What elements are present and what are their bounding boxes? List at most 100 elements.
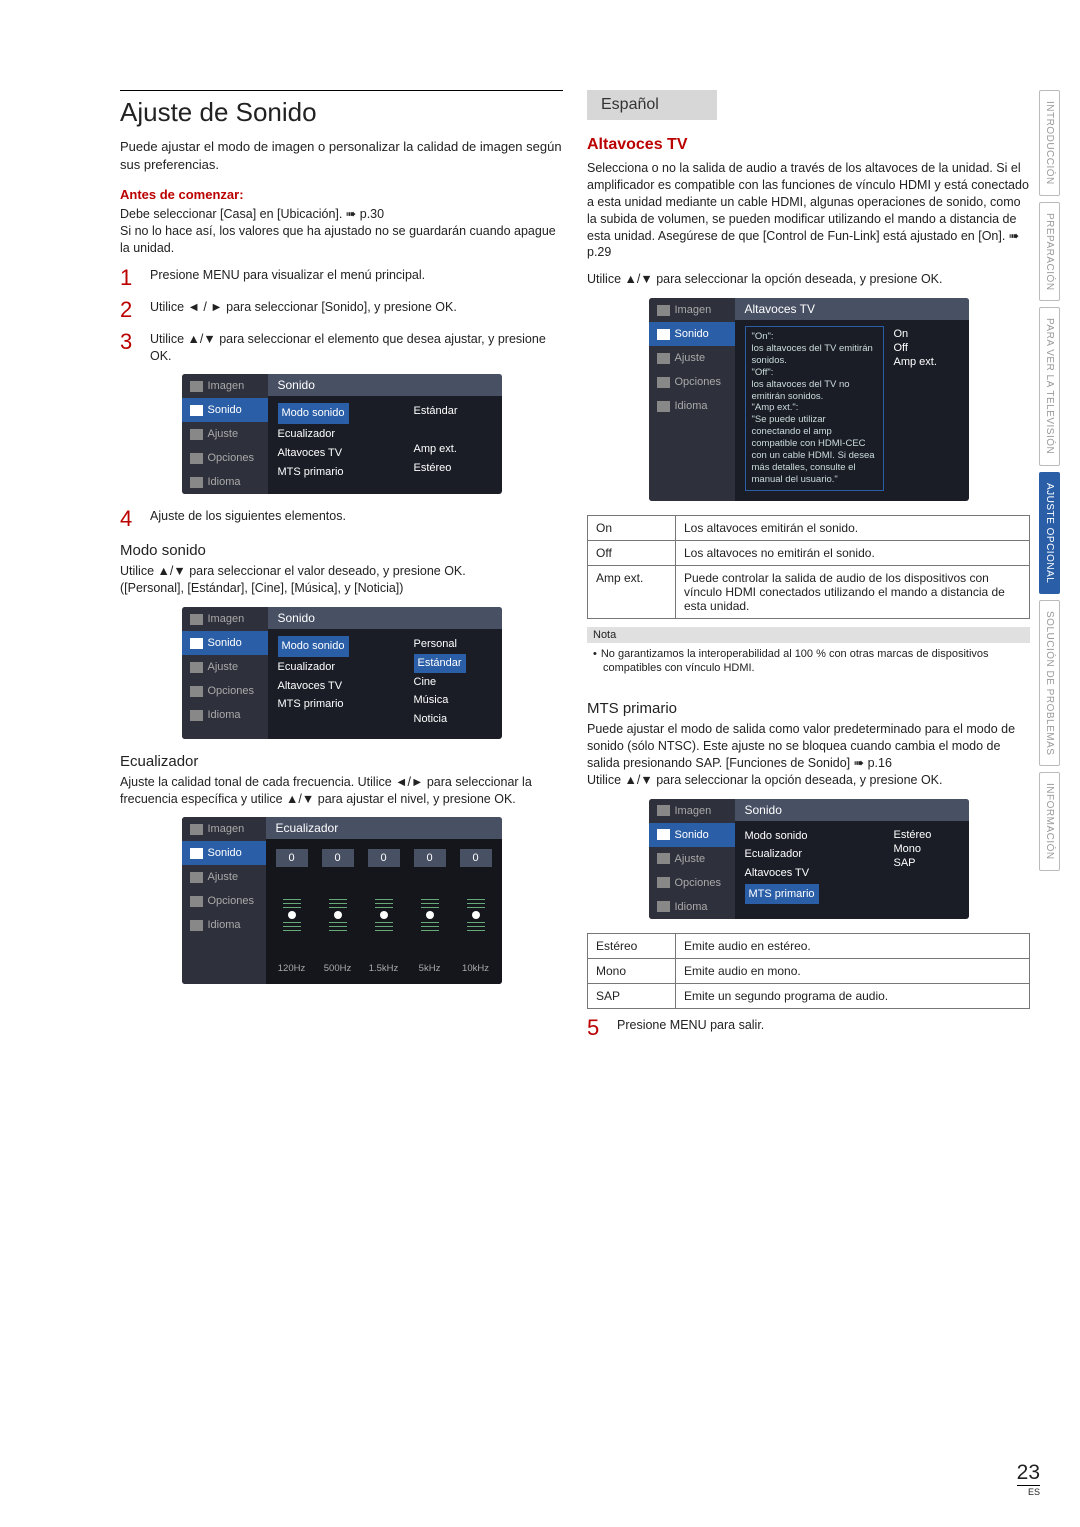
- osd-tab-imagen: Imagen: [182, 607, 268, 631]
- osd-tab-idioma: Idioma: [649, 895, 735, 919]
- osd-sonido-1: Imagen Sonido Ajuste Opciones Idioma Son…: [182, 374, 502, 494]
- osd-tab-idioma: Idioma: [182, 470, 268, 494]
- osd-values: Estándar Amp ext. Estéreo: [414, 402, 492, 481]
- table-row: SAPEmite un segundo programa de audio.: [588, 983, 1030, 1008]
- osd-sidebar: Imagen Sonido Ajuste Opciones Idioma: [182, 607, 268, 738]
- table-row: EstéreoEmite audio en estéreo.: [588, 933, 1030, 958]
- eq-slider: [368, 877, 400, 953]
- section-tabs: INTRODUCCIÓN PREPARACIÓN PARA VER LA TEL…: [1039, 90, 1060, 871]
- modo-sonido-heading: Modo sonido: [120, 542, 563, 559]
- eq-grid: 0 0 0 0 0 120Hz500Hz1.5kHz5kHz1: [266, 839, 502, 984]
- left-column: Ajuste de Sonido Puede ajustar el modo d…: [120, 90, 563, 1049]
- picture-icon: [190, 614, 203, 625]
- step-text: Presione MENU para visualizar el menú pr…: [150, 267, 563, 284]
- osd-tab-imagen: Imagen: [649, 298, 735, 322]
- osd-tab-ajuste: Ajuste: [182, 865, 266, 889]
- step-number: 3: [120, 331, 140, 353]
- modo-sonido-body: Utilice ▲/▼ para seleccionar el valor de…: [120, 563, 563, 597]
- osd-sonido-2: Imagen Sonido Ajuste Opciones Idioma Son…: [182, 607, 502, 738]
- osd-info-panel: "On": los altavoces del TV emitirán soni…: [745, 326, 884, 490]
- osd-sidebar: Imagen Sonido Ajuste Opciones Idioma: [649, 298, 735, 500]
- sound-icon: [190, 405, 203, 416]
- altavoces-heading: Altavoces TV: [587, 136, 1030, 154]
- osd-items: Modo sonido Ecualizador Altavoces TV MTS…: [278, 635, 408, 728]
- osd-tab-opciones: Opciones: [182, 889, 266, 913]
- osd-values: On Off Amp ext.: [894, 326, 959, 490]
- eq-slider: [414, 877, 446, 953]
- table-row: OnLos altavoces emitirán el sonido.: [588, 515, 1030, 540]
- osd-items: Modo sonido Ecualizador Altavoces TV MTS…: [745, 827, 888, 906]
- step-number: 1: [120, 267, 140, 289]
- picture-icon: [190, 824, 203, 835]
- language-tab: Español: [587, 90, 717, 120]
- options-icon: [190, 896, 203, 907]
- osd-tab-ajuste: Ajuste: [182, 655, 268, 679]
- page-number: 23 ES: [1017, 1461, 1040, 1497]
- osd-tab-ajuste: Ajuste: [649, 346, 735, 370]
- language-icon: [657, 401, 670, 412]
- step-number: 5: [587, 1017, 607, 1039]
- osd-values: Personal Estándar Cine Música Noticia: [414, 635, 492, 728]
- settings-icon: [190, 872, 203, 883]
- section-tab: PREPARACIÓN: [1039, 202, 1060, 302]
- section-tab: PARA VER LA TELEVISIÓN: [1039, 307, 1060, 465]
- mts-body: Puede ajustar el modo de salida como val…: [587, 721, 1030, 789]
- osd-tab-opciones: Opciones: [182, 446, 268, 470]
- eq-value: 0: [460, 849, 492, 867]
- section-tab: INTRODUCCIÓN: [1039, 90, 1060, 196]
- osd-tab-ajuste: Ajuste: [649, 847, 735, 871]
- osd-tab-opciones: Opciones: [649, 871, 735, 895]
- section-tab: INFORMACIÓN: [1039, 772, 1060, 871]
- osd-tab-ajuste: Ajuste: [182, 422, 268, 446]
- options-icon: [190, 453, 203, 464]
- eq-value: 0: [322, 849, 354, 867]
- before-heading: Antes de comenzar:: [120, 187, 563, 202]
- language-icon: [657, 901, 670, 912]
- osd-tab-sonido: Sonido: [182, 841, 266, 865]
- step-number: 4: [120, 508, 140, 530]
- osd-tab-sonido: Sonido: [649, 322, 735, 346]
- eq-slider: [322, 877, 354, 953]
- osd-tab-idioma: Idioma: [182, 913, 266, 937]
- step-text: Ajuste de los siguientes elementos.: [150, 508, 563, 525]
- sound-icon: [190, 848, 203, 859]
- altavoces-table: OnLos altavoces emitirán el sonido. OffL…: [587, 515, 1030, 619]
- eq-value: 0: [368, 849, 400, 867]
- osd-tab-opciones: Opciones: [182, 679, 268, 703]
- options-icon: [657, 877, 670, 888]
- step-5: 5 Presione MENU para salir.: [587, 1017, 1030, 1039]
- osd-tab-imagen: Imagen: [182, 817, 266, 841]
- osd-tab-opciones: Opciones: [649, 370, 735, 394]
- eq-value: 0: [414, 849, 446, 867]
- table-row: Amp ext.Puede controlar la salida de aud…: [588, 565, 1030, 618]
- options-icon: [657, 377, 670, 388]
- step-text: Utilice ▲/▼ para seleccionar el elemento…: [150, 331, 563, 365]
- settings-icon: [657, 353, 670, 364]
- table-row: MonoEmite audio en mono.: [588, 958, 1030, 983]
- osd-title: Ecualizador: [266, 817, 502, 839]
- note-label: Nota: [587, 627, 1030, 643]
- before-body: Debe seleccionar [Casa] en [Ubicación]. …: [120, 206, 563, 257]
- picture-icon: [657, 805, 670, 816]
- eq-slider: [276, 877, 308, 953]
- picture-icon: [657, 305, 670, 316]
- eq-labels: 120Hz500Hz1.5kHz5kHz10kHz: [276, 963, 492, 974]
- osd-sidebar: Imagen Sonido Ajuste Opciones Idioma: [182, 374, 268, 494]
- sound-icon: [657, 329, 670, 340]
- language-icon: [190, 920, 203, 931]
- settings-icon: [657, 853, 670, 864]
- settings-icon: [190, 662, 203, 673]
- note-body: No garantizamos la interoperabilidad al …: [587, 643, 1030, 685]
- osd-sidebar: Imagen Sonido Ajuste Opciones Idioma: [182, 817, 266, 984]
- language-icon: [190, 477, 203, 488]
- sound-icon: [190, 638, 203, 649]
- osd-tab-imagen: Imagen: [649, 799, 735, 823]
- osd-title: Sonido: [268, 607, 502, 629]
- osd-items: Modo sonido Ecualizador Altavoces TV MTS…: [278, 402, 408, 481]
- osd-tab-imagen: Imagen: [182, 374, 268, 398]
- osd-tab-sonido: Sonido: [649, 823, 735, 847]
- osd-title: Altavoces TV: [735, 298, 969, 320]
- step-2: 2 Utilice ◄ / ► para seleccionar [Sonido…: [120, 299, 563, 321]
- step-4: 4 Ajuste de los siguientes elementos.: [120, 508, 563, 530]
- osd-title: Sonido: [268, 374, 502, 396]
